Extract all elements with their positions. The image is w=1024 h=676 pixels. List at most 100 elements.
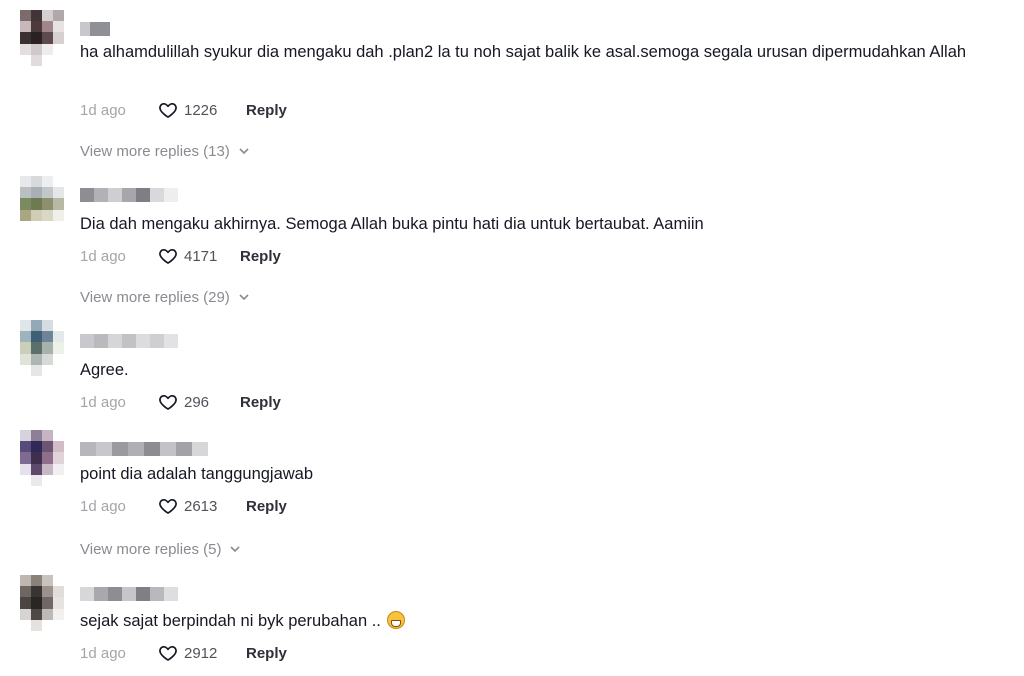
- avatar-pixel: [42, 353, 53, 365]
- avatar-pixel: [31, 176, 42, 188]
- avatar-pixel: [31, 619, 42, 631]
- avatar-pixel: [31, 364, 42, 376]
- comment-meta: 1d ago 2613 Reply: [80, 496, 287, 516]
- avatar[interactable]: [20, 430, 64, 486]
- avatar-pixel: [42, 452, 53, 464]
- username[interactable]: [80, 442, 212, 456]
- avatar-pixel: [31, 54, 42, 66]
- heart-outline-icon: [159, 395, 177, 410]
- username-pixel: [176, 442, 192, 456]
- reply-button[interactable]: Reply: [246, 498, 287, 515]
- avatar-pixel: [42, 198, 53, 210]
- username-pixel: [100, 22, 110, 36]
- avatar[interactable]: [20, 320, 64, 376]
- avatar-pixel: [42, 10, 53, 22]
- comment-time: 1d ago: [80, 393, 126, 411]
- avatar-pixel: [42, 463, 53, 475]
- avatar-pixel: [42, 176, 53, 188]
- avatar-pixel: [42, 441, 53, 453]
- avatar-pixel: [53, 353, 64, 365]
- avatar-pixel: [31, 32, 42, 44]
- comment-meta: 1d ago 1226 Reply: [80, 100, 287, 120]
- reply-button[interactable]: Reply: [240, 394, 281, 411]
- avatar-pixel: [20, 220, 31, 232]
- avatar-pixel: [53, 209, 64, 221]
- avatar[interactable]: [20, 176, 64, 232]
- comment-text: point dia adalah tanggungjawab: [80, 465, 314, 483]
- like-button[interactable]: 296: [158, 392, 240, 412]
- avatar-pixel: [20, 320, 31, 332]
- heart-outline-icon: [159, 249, 177, 264]
- chevron-down-icon: [239, 294, 249, 301]
- avatar-pixel: [53, 441, 64, 453]
- avatar-pixel: [31, 575, 42, 587]
- username-pixel: [94, 587, 108, 601]
- view-more-replies-label: View more replies (13): [80, 142, 230, 160]
- avatar-pixel: [42, 21, 53, 33]
- like-button[interactable]: 2613: [158, 496, 246, 516]
- avatar-pixel: [42, 331, 53, 343]
- like-button[interactable]: 1226: [158, 100, 246, 120]
- username[interactable]: [80, 334, 178, 348]
- username[interactable]: [80, 188, 178, 202]
- avatar-pixel: [42, 586, 53, 598]
- like-count: 1226: [184, 101, 218, 119]
- avatar[interactable]: [20, 10, 64, 66]
- comment-text: Agree.: [80, 361, 129, 379]
- view-more-replies[interactable]: View more replies (29): [80, 288, 250, 306]
- reply-button[interactable]: Reply: [246, 102, 287, 119]
- avatar-pixel: [20, 21, 31, 33]
- comment-text: Dia dah mengaku akhirnya. Semoga Allah b…: [80, 215, 704, 233]
- username[interactable]: [80, 587, 178, 601]
- avatar-pixel: [20, 331, 31, 343]
- avatar-pixel: [53, 364, 64, 376]
- avatar-pixel: [42, 608, 53, 620]
- like-count: 4171: [184, 247, 218, 265]
- avatar-pixel: [20, 452, 31, 464]
- username-pixel: [136, 587, 150, 601]
- avatar-pixel: [20, 342, 31, 354]
- avatar-pixel: [53, 474, 64, 486]
- view-more-replies[interactable]: View more replies (13): [80, 142, 250, 160]
- username-pixel: [122, 587, 136, 601]
- avatar-pixel: [53, 187, 64, 199]
- username-pixel: [164, 334, 178, 348]
- username[interactable]: [80, 22, 110, 36]
- avatar-pixel: [31, 220, 42, 232]
- username-pixel: [150, 334, 164, 348]
- chevron-down-icon: [230, 546, 241, 553]
- like-count: 2912: [184, 644, 218, 662]
- username-pixel: [80, 442, 96, 456]
- avatar-pixel: [42, 209, 53, 221]
- avatar-pixel: [53, 463, 64, 475]
- avatar-pixel: [31, 209, 42, 221]
- avatar-pixel: [42, 430, 53, 442]
- username-pixel: [192, 442, 208, 456]
- like-button[interactable]: 2912: [158, 643, 246, 663]
- avatar-pixel: [20, 575, 31, 587]
- avatar-pixel: [31, 10, 42, 22]
- comment-text-content: sejak sajat berpindah ni byk perubahan .…: [80, 612, 381, 630]
- view-more-replies[interactable]: View more replies (5): [80, 540, 241, 558]
- avatar-pixel: [20, 619, 31, 631]
- username-pixel: [80, 22, 90, 36]
- avatar-pixel: [53, 21, 64, 33]
- username-pixel: [108, 587, 122, 601]
- username-pixel: [150, 188, 164, 202]
- avatar-pixel: [20, 187, 31, 199]
- username-pixel: [108, 188, 122, 202]
- heart-outline-icon: [159, 499, 177, 514]
- reply-button[interactable]: Reply: [240, 248, 281, 265]
- username-pixel: [96, 442, 112, 456]
- username-pixel: [144, 442, 160, 456]
- avatar-pixel: [53, 176, 64, 188]
- avatar[interactable]: [20, 575, 64, 631]
- avatar-pixel: [31, 198, 42, 210]
- avatar-pixel: [31, 187, 42, 199]
- reply-button[interactable]: Reply: [246, 645, 287, 662]
- avatar-pixel: [53, 198, 64, 210]
- avatar-pixel: [31, 463, 42, 475]
- avatar-pixel: [53, 54, 64, 66]
- avatar-pixel: [20, 54, 31, 66]
- like-button[interactable]: 4171: [158, 246, 240, 266]
